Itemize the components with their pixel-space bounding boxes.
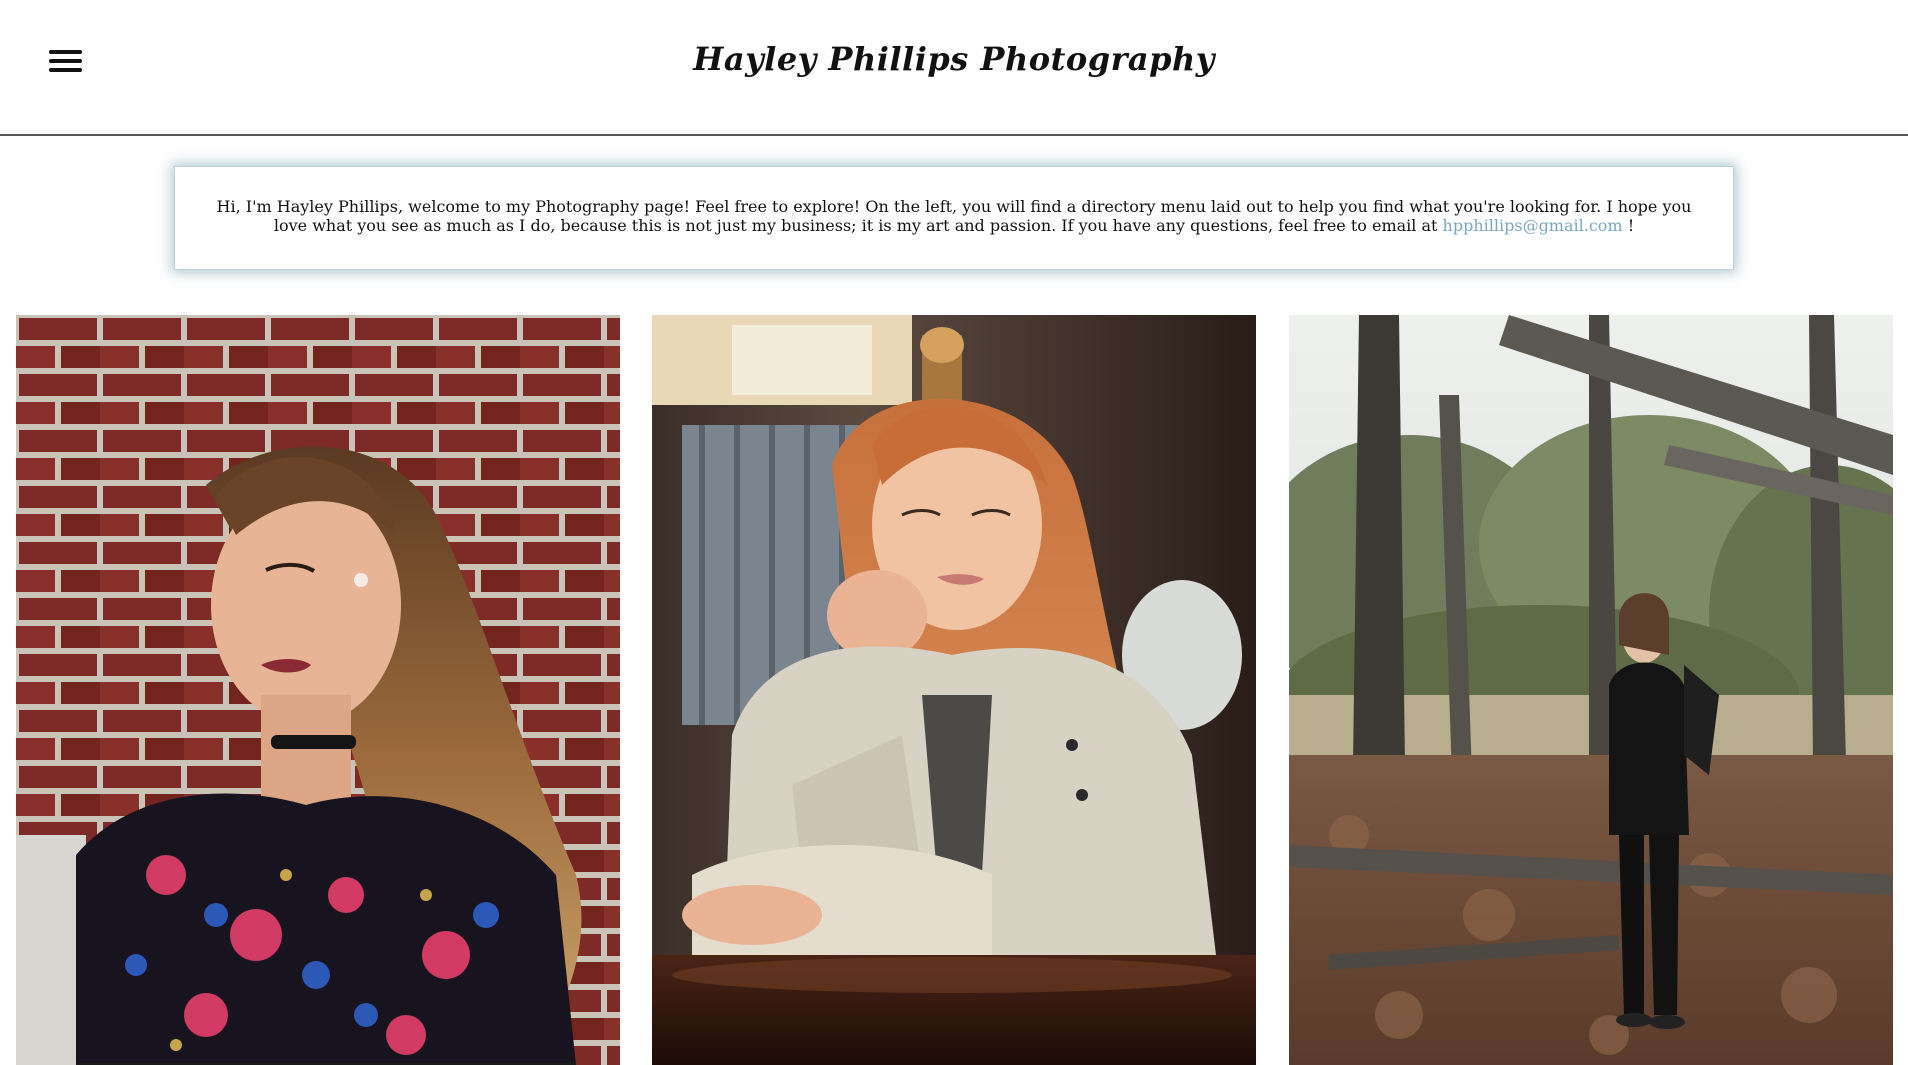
intro-box: Hi, I'm Hayley Phillips, welcome to my P… xyxy=(174,166,1734,270)
gallery-photo-brick-wall[interactable] xyxy=(16,315,620,1065)
site-title[interactable]: Hayley Phillips Photography xyxy=(0,40,1908,78)
gallery-photo-table-portrait[interactable] xyxy=(652,315,1256,1065)
photo-image xyxy=(16,315,620,1065)
photo-gallery xyxy=(0,315,1908,1065)
intro-text-end: ! xyxy=(1622,216,1635,235)
photo-image xyxy=(1289,315,1893,1065)
email-link[interactable]: hpphillips@gmail.com xyxy=(1443,216,1623,235)
photo-image xyxy=(652,315,1256,1065)
site-header: Hayley Phillips Photography xyxy=(0,0,1908,136)
gallery-photo-woods[interactable] xyxy=(1289,315,1893,1065)
